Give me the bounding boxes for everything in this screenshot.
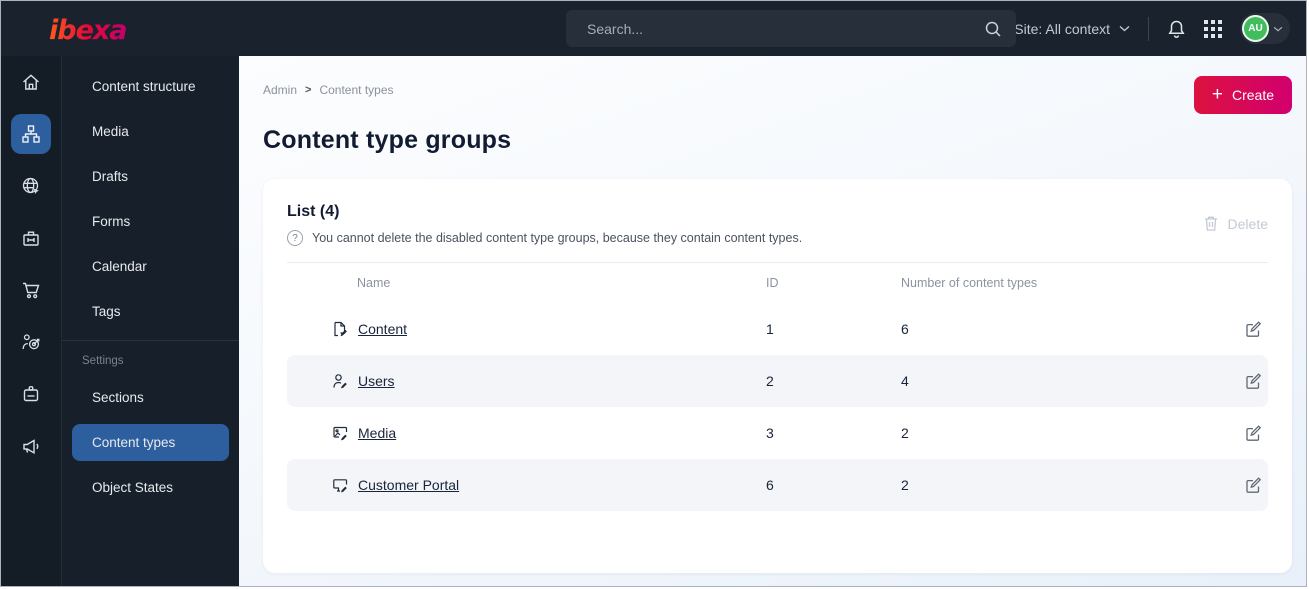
- notifications-button[interactable]: [1167, 19, 1186, 39]
- column-header-count: Number of content types: [901, 276, 1038, 290]
- edit-button[interactable]: [1228, 320, 1268, 338]
- row-id: 3: [766, 425, 774, 441]
- column-header-id: ID: [766, 276, 779, 290]
- column-header-name: Name: [357, 276, 391, 290]
- site-context-label: Site: All context: [1014, 20, 1110, 37]
- row-count: 6: [901, 321, 909, 337]
- cart-icon[interactable]: [11, 270, 51, 310]
- icon-rail: [1, 56, 61, 586]
- help-text: You cannot delete the disabled content t…: [312, 231, 803, 245]
- table-row: Users 2 4: [287, 355, 1268, 407]
- grid-icon: [1204, 19, 1222, 38]
- topbar: ibexa Site: All context: [1, 1, 1306, 56]
- sidebar-item-tags[interactable]: Tags: [72, 293, 229, 330]
- topbar-divider: [1148, 16, 1149, 41]
- monitor-edit-icon: [333, 479, 348, 493]
- table-row: Media 3 2: [287, 407, 1268, 459]
- page-title: Content type groups: [263, 126, 512, 154]
- megaphone-icon[interactable]: [11, 426, 51, 466]
- sidebar-item-forms[interactable]: Forms: [72, 203, 229, 240]
- app-window: ibexa Site: All context: [0, 0, 1307, 587]
- list-card: List (4) ? You cannot delete the disable…: [263, 179, 1292, 573]
- sidebar-item-object-states[interactable]: Object States: [72, 469, 229, 506]
- trash-icon: [1204, 216, 1217, 231]
- sidebar-item-calendar[interactable]: Calendar: [72, 248, 229, 285]
- edit-button[interactable]: [1228, 476, 1268, 494]
- package-icon[interactable]: [11, 218, 51, 258]
- topbar-right: Site: All context AU: [988, 13, 1290, 44]
- row-count: 2: [901, 425, 909, 441]
- bell-icon: [1168, 20, 1185, 38]
- sidebar-item-content-types[interactable]: Content types: [72, 424, 229, 461]
- user-menu[interactable]: AU: [1240, 13, 1290, 44]
- edit-icon: [1246, 477, 1262, 493]
- delete-button-label: Delete: [1227, 215, 1268, 232]
- row-count: 4: [901, 373, 909, 389]
- edit-icon: [1246, 321, 1262, 337]
- image-edit-icon: [333, 426, 348, 441]
- edit-button[interactable]: [1228, 372, 1268, 390]
- sitemap-icon[interactable]: [11, 114, 51, 154]
- content-type-group-link[interactable]: Content: [358, 321, 407, 337]
- sidebar-item-content-structure[interactable]: Content structure: [72, 68, 229, 105]
- svg-text:ibexa: ibexa: [49, 15, 127, 45]
- list-title: List (4): [287, 203, 340, 220]
- home-icon[interactable]: [11, 62, 51, 102]
- chevron-down-icon: [1273, 26, 1283, 32]
- content-type-group-link[interactable]: Media: [358, 425, 396, 441]
- table-row: Customer Portal 6 2: [287, 459, 1268, 511]
- row-id: 2: [766, 373, 774, 389]
- app-switcher-button[interactable]: [1204, 19, 1222, 38]
- create-button[interactable]: + Create: [1193, 76, 1292, 114]
- content-type-groups-table: Name ID Number of content types Content …: [287, 262, 1268, 511]
- user-edit-icon: [333, 374, 347, 389]
- sidebar-section-label: Settings: [82, 355, 124, 367]
- ibexa-logo[interactable]: ibexa: [47, 13, 139, 45]
- sidebar-item-drafts[interactable]: Drafts: [72, 158, 229, 195]
- table-header: Name ID Number of content types: [287, 263, 1268, 303]
- search-icon[interactable]: [984, 20, 1002, 38]
- chevron-down-icon: [1119, 25, 1130, 32]
- main-content: Admin > Content types + Create Content t…: [239, 56, 1306, 586]
- target-user-icon[interactable]: [11, 322, 51, 362]
- edit-button[interactable]: [1228, 424, 1268, 442]
- avatar: AU: [1242, 15, 1269, 42]
- create-button-label: Create: [1231, 87, 1274, 103]
- plus-icon: +: [1211, 83, 1223, 105]
- sidebar-item-media[interactable]: Media: [72, 113, 229, 150]
- content-type-group-link[interactable]: Users: [358, 373, 395, 389]
- breadcrumb-admin[interactable]: Admin: [263, 83, 297, 97]
- search-bar: [566, 10, 1016, 47]
- help-icon: ?: [287, 230, 303, 246]
- row-id: 1: [766, 321, 774, 337]
- breadcrumb-separator: >: [305, 84, 312, 96]
- breadcrumb-current: Content types: [319, 83, 394, 97]
- sidebar-menu: Content structure Media Drafts Forms Cal…: [61, 56, 239, 586]
- delete-button[interactable]: Delete: [1203, 215, 1268, 232]
- row-id: 6: [766, 477, 774, 493]
- globe-cursor-icon[interactable]: [11, 166, 51, 206]
- search-input[interactable]: [587, 20, 984, 37]
- id-badge-icon[interactable]: [11, 374, 51, 414]
- edit-icon: [1246, 373, 1262, 389]
- edit-icon: [1246, 425, 1262, 441]
- row-count: 2: [901, 477, 909, 493]
- file-edit-icon: [334, 321, 347, 337]
- content-type-group-link[interactable]: Customer Portal: [358, 477, 459, 493]
- table-row: Content 1 6: [287, 303, 1268, 355]
- ibexa-logo-graphic: ibexa: [49, 15, 128, 45]
- sidebar-divider: [62, 340, 239, 341]
- sidebar-item-sections[interactable]: Sections: [72, 379, 229, 416]
- breadcrumb: Admin > Content types: [263, 83, 394, 97]
